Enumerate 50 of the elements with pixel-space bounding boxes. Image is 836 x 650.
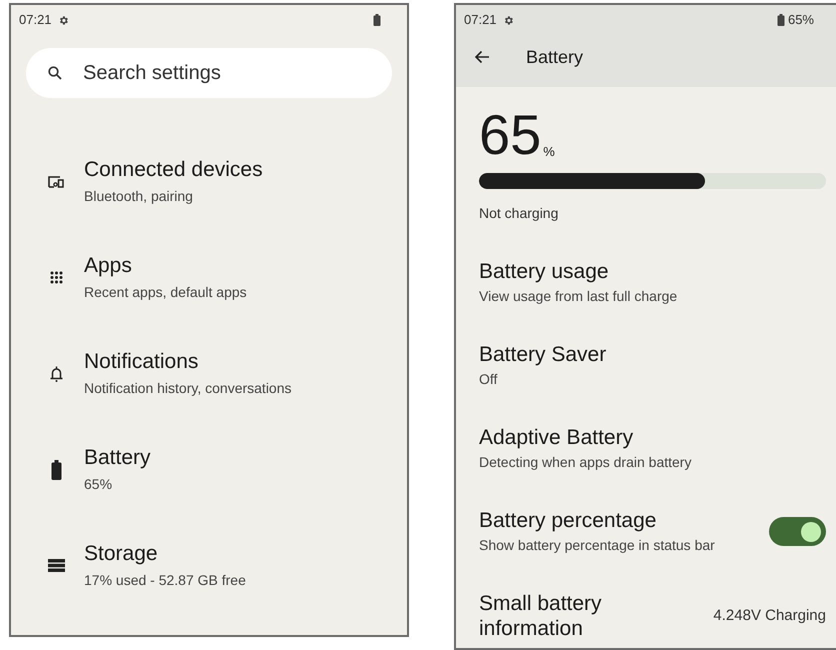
status-battery-percent: 65% [788,11,814,30]
settings-item[interactable]: Small battery information 4.248V Charging [456,591,836,641]
storage-icon [48,559,64,572]
battery-icon [776,14,785,26]
item-title: Connected devices [84,157,263,183]
item-title: Battery [84,445,151,471]
toggle-switch[interactable] [769,517,826,546]
item-subtitle: 65% [84,475,114,494]
devices-icon [48,175,64,188]
settings-item[interactable]: Apps Recent apps, default apps [11,253,407,302]
item-title: Storage [84,541,159,567]
settings-item[interactable]: Battery usage View usage from last full charge [456,259,836,306]
item-value: 4.248V Charging [713,606,826,626]
charging-status: Not charging [478,204,560,223]
item-subtitle: Bluetooth, pairing [84,187,194,206]
gear-icon [502,14,514,26]
item-subtitle: View usage from last full charge [479,287,678,306]
percent-unit: % [543,142,555,160]
back-button[interactable] [474,49,490,65]
search-icon [48,66,62,80]
bell-icon [50,366,62,382]
item-title: Small battery information [479,591,603,641]
item-title: Battery percentage [479,508,658,534]
item-subtitle: Off [479,370,498,389]
item-title: Adaptive Battery [479,425,634,451]
status-time: 07:21 [464,11,497,30]
item-subtitle: Notification history, conversations [84,379,292,398]
item-title: Apps [84,253,133,279]
item-subtitle: 17% used - 52.87 GB free [84,571,246,590]
item-title: Battery usage [479,259,610,285]
settings-item[interactable]: Battery Saver Off [456,342,836,389]
battery-icon [373,14,381,26]
settings-item[interactable]: Battery percentage Show battery percentage in status bar [456,508,836,555]
apps-grid-icon [50,271,62,284]
settings-item[interactable]: Adaptive Battery Detecting when apps drain battery [456,425,836,472]
item-subtitle: Recent apps, default apps [84,283,247,302]
gear-icon [58,14,69,26]
status-time: 07:21 [19,11,52,30]
battery-percent: 65 [479,107,542,163]
settings-item[interactable]: Battery 65% [11,445,407,494]
item-subtitle: Show battery percentage in status bar [479,536,716,555]
item-title: Notifications [84,349,200,375]
settings-item[interactable]: Notifications Notification history, conversations [11,349,407,398]
item-subtitle: Detecting when apps drain battery [479,453,692,472]
item-title: Battery Saver [479,342,608,368]
settings-item[interactable]: Connected devices Bluetooth, pairing [11,157,407,206]
search-field[interactable]: Search settings [26,48,392,98]
battery-icon [50,460,62,480]
screen-title: Battery [526,46,584,69]
settings-item[interactable]: Storage 17% used - 52.87 GB free [11,541,407,590]
